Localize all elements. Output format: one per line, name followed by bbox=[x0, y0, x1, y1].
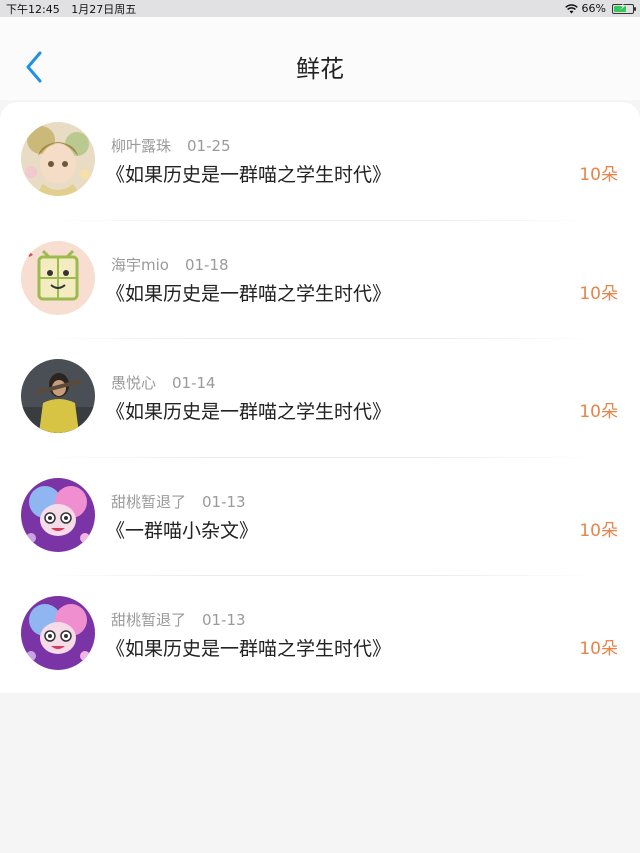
book-title: 《如果历史是一群喵之学生时代》 bbox=[106, 164, 392, 186]
wifi-icon bbox=[564, 3, 578, 13]
record-meta: 甜桃暂退了 01-13 bbox=[111, 491, 246, 512]
book-title: 《如果历史是一群喵之学生时代》 bbox=[106, 401, 392, 423]
user-name: 海宇mio bbox=[111, 255, 169, 274]
record-date: 01-14 bbox=[172, 374, 216, 392]
avatar[interactable] bbox=[21, 122, 95, 196]
list-item[interactable]: 甜桃暂退了 01-13 《如果历史是一群喵之学生时代》 10朵 bbox=[0, 576, 640, 695]
record-date: 01-18 bbox=[184, 255, 229, 274]
battery-icon: ⚡ bbox=[612, 1, 636, 14]
book-title: 《如果历史是一群喵之学生时代》 bbox=[106, 282, 392, 305]
status-time: 下午12:45 bbox=[6, 2, 60, 16]
battery-percent: 66% bbox=[581, 2, 606, 15]
flower-amount: 10朵 bbox=[579, 283, 618, 304]
list-item[interactable]: 柳叶露珠 01-25 《如果历史是一群喵之学生时代》 10朵 bbox=[0, 102, 640, 221]
avatar[interactable] bbox=[21, 359, 95, 433]
nav-bar: 鲜花 bbox=[0, 17, 640, 100]
avatar[interactable] bbox=[21, 596, 95, 670]
user-name: 愚悦心 bbox=[111, 374, 157, 392]
flower-amount: 10朵 bbox=[579, 520, 618, 541]
flower-amount: 10朵 bbox=[579, 165, 618, 185]
status-left: 下午12:45 1月27日周五 bbox=[6, 1, 144, 17]
user-name: 甜桃暂退了 bbox=[111, 492, 187, 511]
user-name: 柳叶露珠 bbox=[111, 137, 172, 155]
user-name: 甜桃暂退了 bbox=[111, 611, 187, 629]
record-meta: 愚悦心 01-14 bbox=[111, 372, 216, 393]
book-title: 《一群喵小杂文》 bbox=[106, 519, 259, 542]
record-meta: 甜桃暂退了 01-13 bbox=[111, 609, 246, 630]
record-date: 01-25 bbox=[187, 137, 231, 155]
status-bar: 下午12:45 1月27日周五 66% ⚡ bbox=[0, 0, 640, 17]
list-item[interactable]: 海宇mio 01-18 《如果历史是一群喵之学生时代》 10朵 bbox=[0, 221, 640, 339]
book-title: 《如果历史是一群喵之学生时代》 bbox=[106, 638, 392, 660]
avatar[interactable] bbox=[21, 477, 95, 552]
record-meta: 海宇mio 01-18 bbox=[111, 254, 229, 275]
flower-amount: 10朵 bbox=[579, 402, 618, 422]
list-item[interactable]: 愚悦心 01-14 《如果历史是一群喵之学生时代》 10朵 bbox=[0, 339, 640, 458]
status-right: 66% ⚡ bbox=[564, 1, 636, 15]
status-date: 1月27日周五 bbox=[71, 2, 137, 16]
charging-bolt-icon: ⚡ bbox=[619, 1, 627, 13]
page-title: 鲜花 bbox=[296, 55, 344, 83]
record-meta: 柳叶露珠 01-25 bbox=[111, 135, 231, 156]
avatar[interactable] bbox=[21, 240, 95, 315]
flower-amount: 10朵 bbox=[579, 639, 618, 659]
flower-record-list: 柳叶露珠 01-25 《如果历史是一群喵之学生时代》 10朵 海宇mio 01-18… bbox=[0, 102, 640, 693]
record-date: 01-13 bbox=[202, 492, 246, 511]
record-date: 01-13 bbox=[202, 611, 246, 629]
list-item[interactable]: 甜桃暂退了 01-13 《一群喵小杂文》 10朵 bbox=[0, 458, 640, 576]
